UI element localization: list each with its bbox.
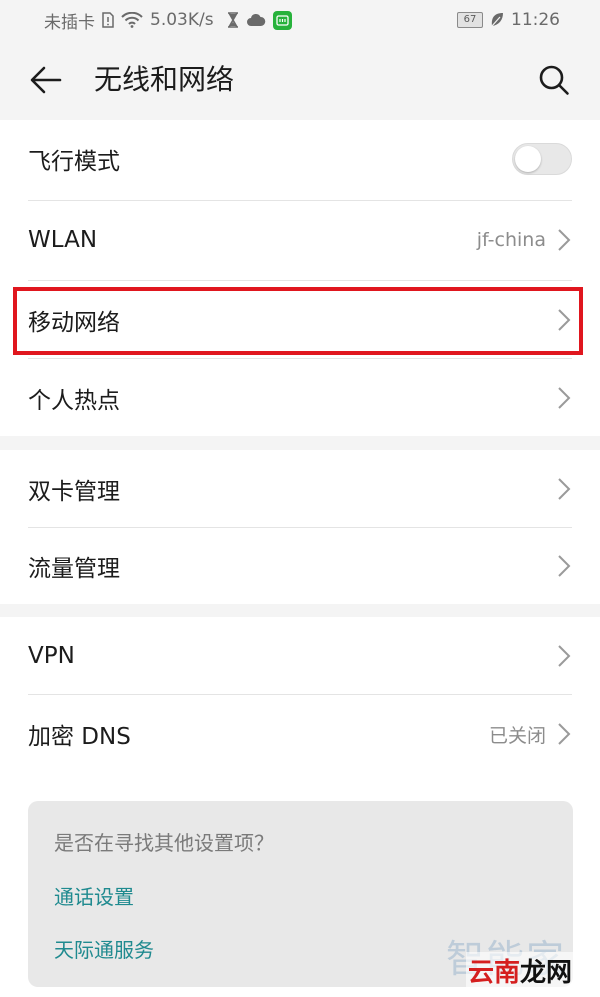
dual-sim-label: 双卡管理 [28,479,120,505]
wlan-label: WLAN [28,227,98,253]
wifi-icon [121,12,143,28]
watermark-site-part: 龙网 [520,958,573,988]
private-dns-label: 加密 DNS [28,724,131,750]
vpn-label: VPN [28,643,75,669]
mobile-network-row[interactable]: 移动网络 [0,281,600,359]
battery-level: 67 [463,14,477,25]
airplane-mode-label: 飞行模式 [28,149,120,175]
data-usage-row[interactable]: 流量管理 [0,527,600,605]
watermark-site-part: 云南 [468,958,521,988]
carrier-text: 未插卡 [44,12,95,33]
dual-sim-row[interactable]: 双卡管理 [0,450,600,528]
vpn-row[interactable]: VPN [0,617,600,695]
battery-icon: 67 [457,12,483,28]
chevron-right-icon [556,477,572,501]
watermark-site: 云南龙网 [466,952,575,989]
chevron-right-icon [556,554,572,578]
chevron-right-icon [556,644,572,668]
sim-icon [102,12,114,28]
search-button[interactable] [536,62,572,98]
suggestions-title: 是否在寻找其他设置项？ [54,831,274,855]
airplane-mode-toggle[interactable] [512,143,572,175]
status-bar-right: 67 11:26 [457,10,560,30]
cloud-icon [246,13,266,27]
toggle-knob [515,146,541,172]
hotspot-label: 个人热点 [28,388,120,414]
chevron-right-icon [556,386,572,410]
app-header: 无线和网络 [0,40,600,120]
wlan-row[interactable]: WLAN jf-china [0,201,600,279]
clock: 11:26 [511,10,560,30]
airplane-mode-row[interactable]: 飞行模式 [0,120,600,198]
leaf-icon [490,12,504,28]
mobile-network-label: 移动网络 [28,310,120,336]
chevron-right-icon [556,308,572,332]
wlan-value: jf-china [476,229,546,251]
status-bar-left: 未插卡 5.03K/s [44,8,292,33]
private-dns-value: 已关闭 [488,724,546,747]
call-settings-link[interactable]: 通话设置 [54,881,134,910]
management-card: 双卡管理 流量管理 [0,450,600,604]
back-arrow-icon [30,66,62,94]
chevron-right-icon [556,228,572,252]
app-notification-icon [272,10,292,30]
private-dns-row[interactable]: 加密 DNS 已关闭 [0,695,600,773]
network-settings-card: 飞行模式 WLAN jf-china 移动网络 个人热点 [0,120,600,436]
status-bar: 未插卡 5.03K/s 67 11:26 [0,0,600,40]
page-title: 无线和网络 [94,63,235,96]
data-usage-label: 流量管理 [28,556,120,582]
back-button[interactable] [28,62,64,98]
network-speed: 5.03K/s [150,10,214,30]
hotspot-row[interactable]: 个人热点 [0,359,600,437]
chevron-right-icon [556,722,572,746]
skytone-service-link[interactable]: 天际通服务 [54,934,154,963]
search-icon [539,65,569,95]
hourglass-icon [227,12,239,28]
